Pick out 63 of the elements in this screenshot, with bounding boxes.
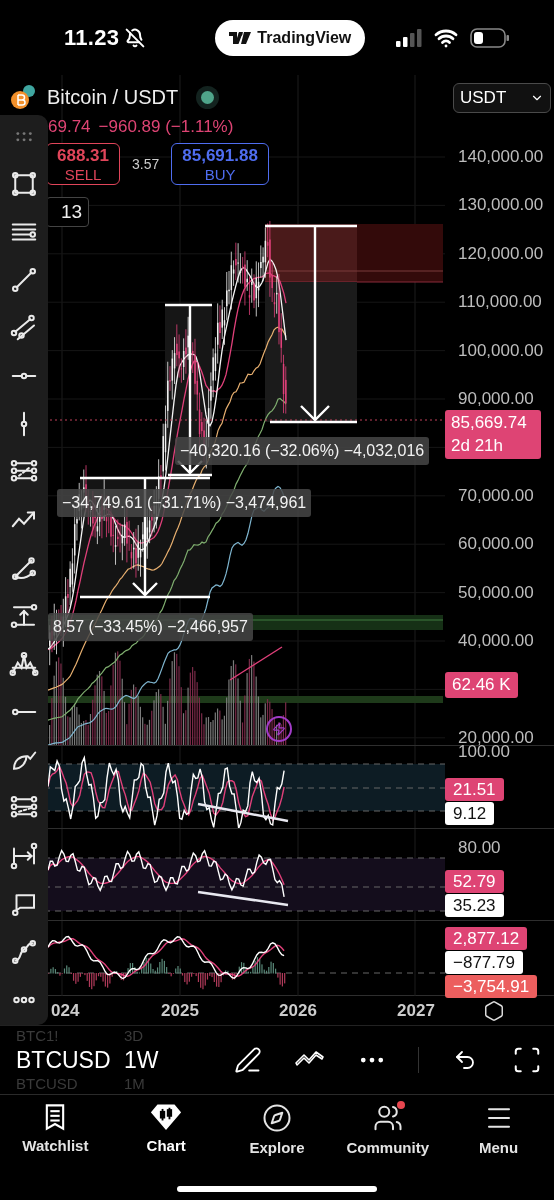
symbol-name[interactable]: BTCUSD xyxy=(16,1046,124,1074)
nav-tab[interactable]: Chart xyxy=(110,1103,222,1175)
axis-label: 70,000.00 xyxy=(458,485,534,506)
logo-icon xyxy=(229,31,252,44)
curve-icon[interactable] xyxy=(9,937,39,967)
value-tag: 9.12 xyxy=(445,802,495,825)
axis-label: 40,000.00 xyxy=(458,630,534,651)
axis-label: 120,000.00 xyxy=(458,243,544,264)
time-label: 2026 xyxy=(278,1000,318,1021)
axis-label: 80.00 xyxy=(457,839,502,857)
indicator-count[interactable]: 13 xyxy=(46,197,90,227)
coin-icon xyxy=(10,83,38,111)
date-range-icon[interactable] xyxy=(9,841,39,871)
rectangle-tool-icon[interactable] xyxy=(9,169,39,199)
trend-line-icon[interactable] xyxy=(9,265,39,295)
spread: 3.57 xyxy=(132,156,160,172)
indicator-line xyxy=(229,646,283,681)
chart-icon xyxy=(151,1103,182,1131)
measure-icon[interactable] xyxy=(9,601,39,631)
time-label: 024 xyxy=(50,1000,81,1021)
lightning-icon[interactable] xyxy=(266,716,292,742)
settings-icon[interactable] xyxy=(483,999,505,1022)
value-tag: −877.79 xyxy=(445,951,523,974)
nav-tab[interactable]: Community xyxy=(332,1103,444,1175)
symbol-title[interactable]: Bitcoin / USDT xyxy=(47,85,179,109)
bell-off-icon xyxy=(125,27,146,48)
status-time: 11.23 xyxy=(64,24,120,51)
value-tag: −3,754.91 xyxy=(445,975,538,998)
app-pill[interactable]: TradingView xyxy=(215,19,366,56)
signal-icon xyxy=(396,28,422,47)
axis-label: 130,000.00 xyxy=(458,195,544,216)
battery-icon xyxy=(470,27,510,48)
people-icon xyxy=(372,1103,403,1133)
time-label: 2027 xyxy=(396,1000,436,1021)
axis-label: 140,000.00 xyxy=(458,147,544,167)
measurement-label: −34,749.61 (−31.71%) −3,474,961 xyxy=(57,489,312,517)
sell-button[interactable]: 688.31 SELL xyxy=(46,143,120,185)
value-tag: 52.79 xyxy=(445,870,504,893)
nav-tab[interactable]: Watchlist xyxy=(0,1103,111,1175)
value-tag: 2,877.12 xyxy=(445,927,528,950)
time-label: 2025 xyxy=(160,1000,200,1021)
measurement-label: 8.57 (−33.45%) −2,466,957 xyxy=(48,613,253,641)
price-change: −960.89 (−1.11%) xyxy=(98,117,234,137)
measurement-label: −40,320.16 (−32.06%) −4,032,016 xyxy=(175,437,430,465)
pen-icon[interactable] xyxy=(232,1044,264,1076)
axis-label: 90,000.00 xyxy=(458,388,534,409)
axis-label: 60,000.00 xyxy=(458,534,534,555)
volume-tag: 62.46 K xyxy=(445,672,518,698)
compass-icon xyxy=(262,1103,292,1133)
axis-label: 110,000.00 xyxy=(458,292,542,313)
axis-label: 100,000.00 xyxy=(458,340,544,361)
currency-select[interactable]: USDT xyxy=(453,83,551,113)
nav-tab[interactable]: Explore xyxy=(221,1103,333,1175)
buy-button[interactable]: 85,691.88 BUY xyxy=(171,143,269,185)
nav-tab[interactable]: Menu xyxy=(443,1103,554,1175)
last-price: 69.74 xyxy=(48,117,91,137)
value-tag: 21.51 xyxy=(445,778,504,801)
interval[interactable]: 1W xyxy=(124,1046,184,1074)
axis-label: 50,000.00 xyxy=(458,582,534,603)
value-tag: 35.23 xyxy=(445,894,504,917)
price-tag: 85,669.74 2d 21h xyxy=(445,410,541,459)
axis-label: 100.00 xyxy=(457,743,510,761)
pattern-icon[interactable] xyxy=(9,649,39,679)
